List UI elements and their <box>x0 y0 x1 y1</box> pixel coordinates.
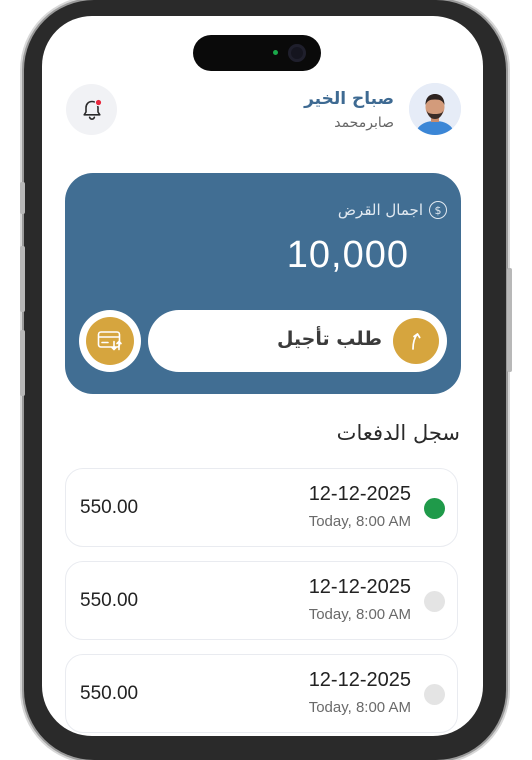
bell-icon <box>82 98 102 120</box>
postpone-request-button[interactable]: طلب تأجيل <box>148 310 447 372</box>
user-avatar[interactable] <box>409 83 461 135</box>
payment-amount: 550.00 <box>80 683 139 704</box>
status-pending-icon <box>424 684 445 705</box>
postpone-label: طلب تأجيل <box>276 328 382 350</box>
payment-date: 12-12-2025 <box>308 483 411 505</box>
user-name: صابرمحمد <box>334 115 394 131</box>
dollar-icon: $ <box>429 201 447 219</box>
payment-row[interactable]: 550.00 12-12-2025 Today, 8:00 AM <box>65 468 458 547</box>
side-button <box>507 268 512 372</box>
arrow-up-icon <box>393 318 439 364</box>
payment-date: 12-12-2025 <box>308 576 411 598</box>
loan-total-amount: 10,000 <box>286 234 409 276</box>
payment-time: Today, 8:00 AM <box>308 606 411 623</box>
card-transfer-button[interactable] <box>79 310 141 372</box>
notifications-button[interactable] <box>66 84 117 135</box>
side-button <box>20 182 25 214</box>
app-screen: صباح الخير صابرمحمد اجمال القرض $ 10,000 <box>42 16 483 736</box>
payment-time: Today, 8:00 AM <box>308 513 411 530</box>
payment-amount: 550.00 <box>80 497 139 518</box>
status-pending-icon <box>424 591 445 612</box>
status-paid-icon <box>424 498 445 519</box>
camera-indicator-dot <box>273 50 278 55</box>
payment-date: 12-12-2025 <box>308 669 411 691</box>
loan-label-row: اجمال القرض $ <box>338 201 447 219</box>
dynamic-island <box>193 35 321 71</box>
avatar-portrait <box>409 83 461 135</box>
notification-badge <box>94 98 102 106</box>
greeting-block: صباح الخير صابرمحمد <box>304 88 394 134</box>
side-button <box>20 330 25 396</box>
payment-time: Today, 8:00 AM <box>308 699 411 716</box>
greeting-text: صباح الخير <box>304 89 394 109</box>
loan-total-label: اجمال القرض <box>337 201 423 219</box>
payment-row[interactable]: 550.00 12-12-2025 Today, 8:00 AM <box>65 654 458 733</box>
payment-amount: 550.00 <box>80 590 139 611</box>
card-swap-icon <box>86 317 134 365</box>
loan-summary-card: اجمال القرض $ 10,000 طلب تأجيل <box>65 173 461 394</box>
payment-row[interactable]: 550.00 12-12-2025 Today, 8:00 AM <box>65 561 458 640</box>
payment-history-title: سجل الدفعات <box>336 421 460 445</box>
camera-icon <box>288 44 306 62</box>
side-button <box>20 246 25 312</box>
